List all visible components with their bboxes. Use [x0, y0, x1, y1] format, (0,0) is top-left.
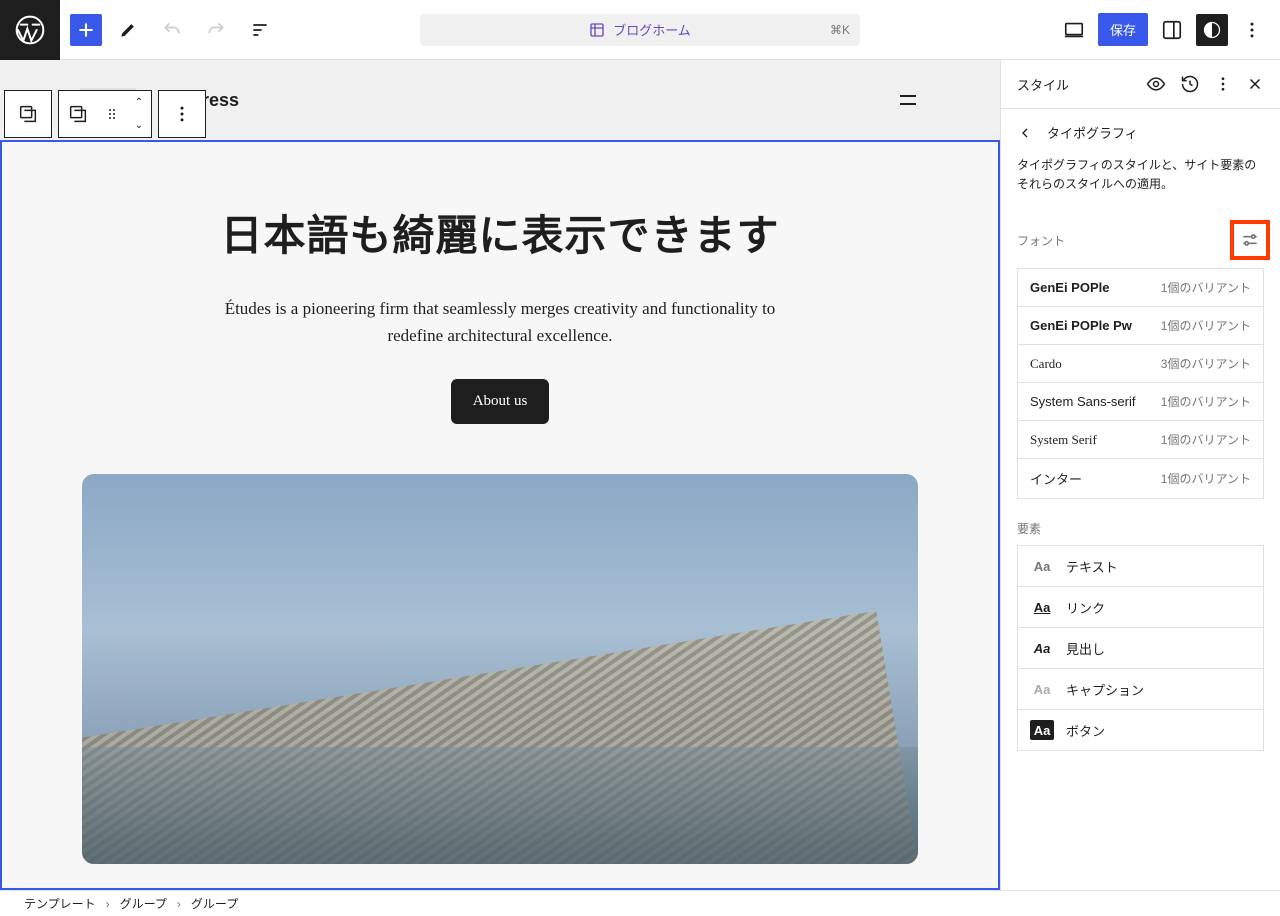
- site-title[interactable]: ress: [202, 90, 239, 111]
- styles-panel: スタイル タイポグラ: [1000, 60, 1280, 890]
- element-item[interactable]: Aa テキスト: [1017, 545, 1264, 587]
- parent-block-button[interactable]: [59, 91, 97, 137]
- panel-description: タイポグラフィのスタイルと、サイト要素のそれらのスタイルへの適用。: [1001, 156, 1280, 210]
- font-item[interactable]: インター 1個のバリアント: [1017, 458, 1264, 499]
- back-icon[interactable]: [1017, 125, 1033, 141]
- font-name: System Sans-serif: [1030, 394, 1135, 409]
- undo-button[interactable]: [154, 12, 190, 48]
- block-type-button[interactable]: [5, 91, 51, 137]
- top-bar: ブログホーム ⌘K 保存: [0, 0, 1280, 60]
- selected-group-block[interactable]: 日本語も綺麗に表示できます Études is a pioneering fir…: [0, 140, 1000, 890]
- element-label: キャプション: [1066, 680, 1144, 699]
- element-icon: Aa: [1030, 556, 1054, 576]
- hero-heading[interactable]: 日本語も綺麗に表示できます: [82, 202, 918, 263]
- list-view-button[interactable]: [242, 12, 278, 48]
- font-item[interactable]: System Sans-serif 1個のバリアント: [1017, 382, 1264, 421]
- element-label: テキスト: [1066, 557, 1118, 576]
- elements-section-label: 要素: [1017, 520, 1041, 537]
- stylebook-icon[interactable]: [1146, 74, 1166, 94]
- font-variants: 1個のバリアント: [1161, 470, 1251, 487]
- breadcrumb-item[interactable]: グループ: [191, 895, 238, 912]
- font-settings-button[interactable]: [1230, 220, 1270, 260]
- breadcrumb-separator: ›: [106, 897, 110, 911]
- hero-image[interactable]: [82, 474, 918, 864]
- element-icon: Aa: [1030, 638, 1054, 658]
- element-icon: Aa: [1030, 679, 1054, 699]
- command-bar[interactable]: ブログホーム ⌘K: [420, 14, 860, 46]
- breadcrumb-item[interactable]: テンプレート: [24, 895, 96, 912]
- font-name: GenEi POPle Pw: [1030, 318, 1132, 333]
- font-variants: 1個のバリアント: [1161, 393, 1251, 410]
- element-label: ボタン: [1066, 721, 1105, 740]
- command-bar-shortcut: ⌘K: [830, 23, 850, 37]
- panel-nav-label: タイポグラフィ: [1047, 123, 1138, 142]
- font-item[interactable]: System Serif 1個のバリアント: [1017, 420, 1264, 459]
- panel-more-icon[interactable]: [1214, 75, 1232, 93]
- hero-subtext[interactable]: Études is a pioneering firm that seamles…: [220, 295, 780, 349]
- element-item[interactable]: Aa 見出し: [1017, 627, 1264, 669]
- font-name: Cardo: [1030, 356, 1062, 372]
- styles-panel-button[interactable]: [1196, 14, 1228, 46]
- font-name: GenEi POPle: [1030, 280, 1109, 295]
- edit-tool-button[interactable]: [110, 12, 146, 48]
- font-name: System Serif: [1030, 432, 1097, 448]
- drag-handle[interactable]: [97, 91, 127, 137]
- font-item[interactable]: GenEi POPle Pw 1個のバリアント: [1017, 306, 1264, 345]
- move-down-button[interactable]: ⌄: [127, 114, 151, 137]
- breadcrumb-separator: ›: [177, 897, 181, 911]
- menu-icon[interactable]: [896, 88, 920, 112]
- font-variants: 3個のバリアント: [1161, 355, 1251, 372]
- breadcrumb: テンプレート › グループ › グループ: [0, 890, 1280, 916]
- font-name: インター: [1030, 469, 1082, 488]
- device-preview-button[interactable]: [1056, 12, 1092, 48]
- font-variants: 1個のバリアント: [1161, 279, 1251, 296]
- element-label: リンク: [1066, 598, 1105, 617]
- move-up-button[interactable]: ⌃: [127, 91, 151, 114]
- font-variants: 1個のバリアント: [1161, 431, 1251, 448]
- panel-breadcrumb[interactable]: タイポグラフィ: [1001, 109, 1280, 156]
- wordpress-logo[interactable]: [0, 0, 60, 60]
- command-bar-label: ブログホーム: [613, 20, 691, 39]
- panel-title: スタイル: [1017, 75, 1069, 94]
- editor-canvas[interactable]: ⌃ ⌄ ress 日本: [0, 60, 1000, 890]
- breadcrumb-item[interactable]: グループ: [120, 895, 167, 912]
- element-label: 見出し: [1066, 639, 1105, 658]
- font-variants: 1個のバリアント: [1161, 317, 1251, 334]
- close-panel-icon[interactable]: [1246, 75, 1264, 93]
- element-item[interactable]: Aa キャプション: [1017, 668, 1264, 710]
- add-block-button[interactable]: [70, 14, 102, 46]
- settings-panel-button[interactable]: [1154, 12, 1190, 48]
- revisions-icon[interactable]: [1180, 74, 1200, 94]
- element-icon: Aa: [1030, 720, 1054, 740]
- font-item[interactable]: Cardo 3個のバリアント: [1017, 344, 1264, 383]
- redo-button[interactable]: [198, 12, 234, 48]
- element-icon: Aa: [1030, 597, 1054, 617]
- font-section-label: フォント: [1017, 232, 1065, 249]
- block-options-button[interactable]: [159, 91, 205, 137]
- element-item[interactable]: Aa リンク: [1017, 586, 1264, 628]
- font-item[interactable]: GenEi POPle 1個のバリアント: [1017, 268, 1264, 307]
- save-button[interactable]: 保存: [1098, 13, 1148, 46]
- about-button[interactable]: About us: [451, 379, 550, 424]
- element-item[interactable]: Aa ボタン: [1017, 709, 1264, 751]
- more-options-button[interactable]: [1234, 12, 1270, 48]
- block-toolbar: ⌃ ⌄: [4, 90, 206, 138]
